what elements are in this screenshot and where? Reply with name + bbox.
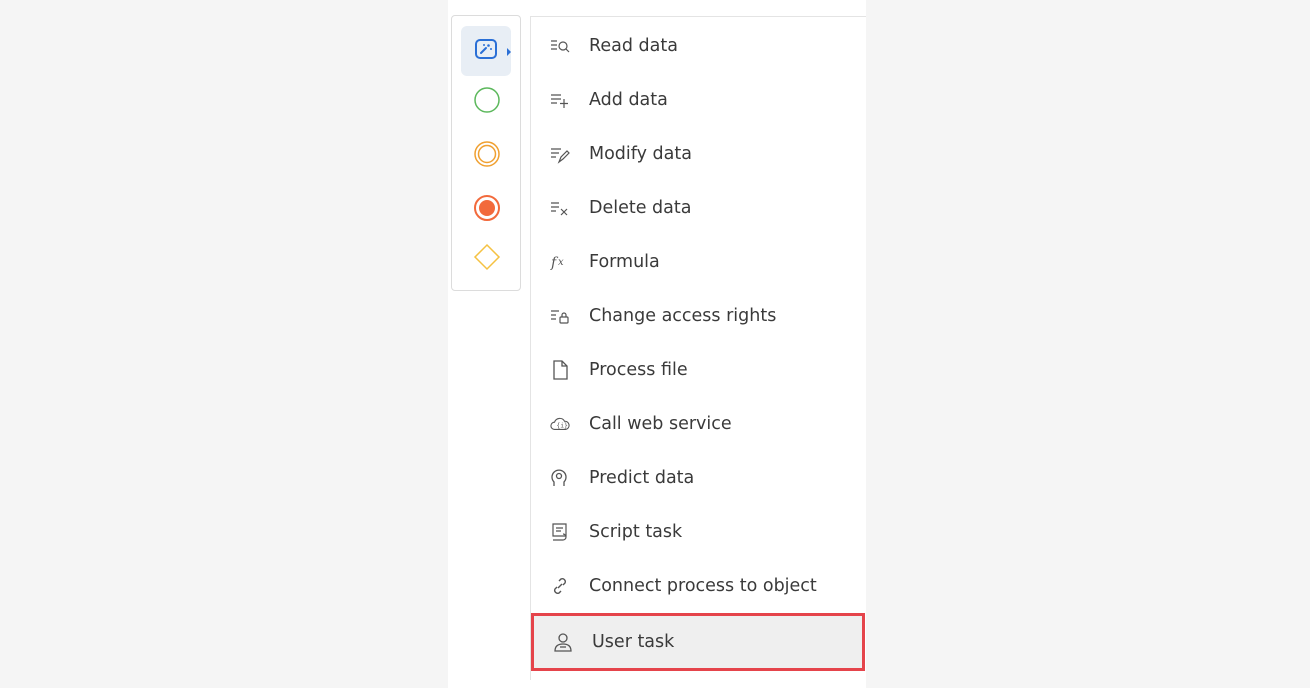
menu-item-read-data[interactable]: Read data (531, 19, 865, 73)
intermediate-event-icon (473, 140, 501, 172)
formula-icon: f x (550, 252, 570, 272)
menu-item-call-web-service[interactable]: {i} Call web service (531, 397, 865, 451)
menu-item-formula[interactable]: f x Formula (531, 235, 865, 289)
menu-item-label: Modify data (589, 144, 692, 164)
predict-data-icon (550, 468, 570, 488)
gateway-button[interactable] (472, 243, 502, 275)
add-data-icon (550, 90, 570, 110)
start-event-icon (473, 86, 501, 118)
toolbox-button[interactable] (461, 26, 511, 76)
menu-item-delete-data[interactable]: Delete data (531, 181, 865, 235)
menu-item-add-data[interactable]: Add data (531, 73, 865, 127)
menu-item-label: Predict data (589, 468, 695, 488)
menu-item-label: Process file (589, 360, 688, 380)
svg-text:{i}: {i} (556, 423, 568, 430)
menu-item-connect-process-to-object[interactable]: Connect process to object (531, 559, 865, 613)
web-service-icon: {i} (550, 414, 570, 434)
end-event-icon (473, 194, 501, 226)
svg-text:x: x (558, 257, 564, 268)
menu-item-label: Script task (589, 522, 683, 542)
menu-item-label: Delete data (589, 198, 692, 218)
menu-item-change-access-rights[interactable]: Change access rights (531, 289, 865, 343)
modify-data-icon (550, 144, 570, 164)
menu-item-label: Change access rights (589, 306, 777, 326)
start-event-button[interactable] (472, 87, 502, 117)
task-menu: Read data Add data Modify data Delete da… (530, 16, 866, 680)
expand-caret-icon (507, 48, 511, 56)
delete-data-icon (550, 198, 570, 218)
script-task-icon (550, 522, 570, 542)
element-palette (451, 15, 521, 291)
access-rights-icon (550, 306, 570, 326)
gateway-icon (473, 243, 501, 275)
link-icon (550, 576, 570, 596)
menu-item-label: Connect process to object (589, 576, 817, 596)
menu-item-label: Add data (589, 90, 668, 110)
menu-item-user-task[interactable]: User task (531, 613, 865, 671)
toolbox-icon (474, 37, 498, 65)
menu-item-label: User task (592, 632, 675, 652)
menu-item-script-task[interactable]: Script task (531, 505, 865, 559)
menu-item-label: Formula (589, 252, 660, 272)
user-task-icon (553, 632, 573, 652)
menu-item-process-file[interactable]: Process file (531, 343, 865, 397)
menu-item-predict-data[interactable]: Predict data (531, 451, 865, 505)
intermediate-event-button[interactable] (472, 141, 502, 171)
menu-item-label: Read data (589, 36, 678, 56)
read-data-icon (550, 36, 570, 56)
menu-item-label: Call web service (589, 414, 732, 434)
file-icon (550, 360, 570, 380)
end-event-button[interactable] (472, 195, 502, 225)
menu-item-modify-data[interactable]: Modify data (531, 127, 865, 181)
